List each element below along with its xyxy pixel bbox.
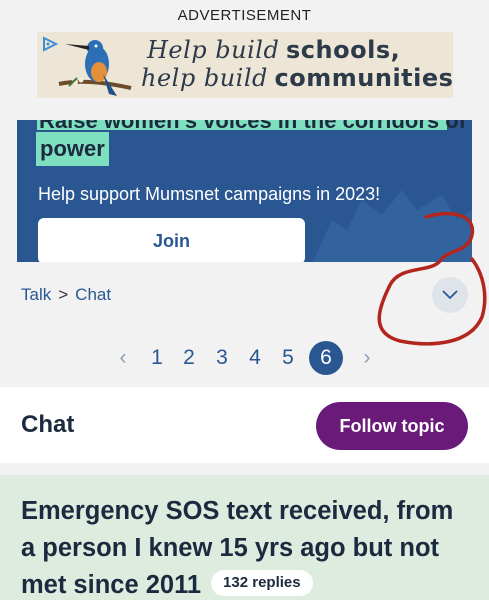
topic-header: Chat Follow topic (0, 387, 489, 463)
join-button[interactable]: Join (38, 218, 305, 262)
page-link-6-current[interactable]: 6 (309, 341, 343, 375)
ad-line-1-script: Help build (147, 36, 280, 64)
page-link-1[interactable]: 1 (145, 342, 169, 374)
ad-line-2: help build communities. (141, 64, 453, 93)
advertisement-label: ADVERTISEMENT (177, 7, 312, 24)
breadcrumb-separator: > (58, 285, 69, 304)
campaign-banner: Raise women's voices in the corridors of… (17, 120, 472, 262)
replies-badge: 132 replies (211, 570, 313, 597)
ad-line-2-bold: communities. (274, 64, 453, 92)
chevron-down-icon (442, 290, 458, 300)
follow-topic-button[interactable]: Follow topic (316, 402, 468, 450)
thread-title: Emergency SOS text received, from a pers… (21, 493, 471, 600)
ad-line-1-bold: schools, (286, 36, 401, 64)
advertisement-banner[interactable]: Help build schools, help build communiti… (37, 32, 453, 98)
page-link-2[interactable]: 2 (177, 342, 201, 374)
breadcrumb-talk[interactable]: Talk (21, 285, 51, 304)
pagination-prev[interactable]: ‹ (111, 342, 135, 374)
thread-header: Emergency SOS text received, from a pers… (0, 475, 489, 600)
page-link-4[interactable]: 4 (243, 342, 267, 374)
breadcrumb: Talk > Chat (21, 285, 111, 305)
page-link-5[interactable]: 5 (276, 342, 300, 374)
ad-line-2-script: help build (141, 64, 268, 92)
pagination: ‹ 1 2 3 4 5 6 › (0, 341, 489, 375)
campaign-headline-last: power (36, 132, 109, 166)
pagination-next[interactable]: › (355, 342, 379, 374)
expand-button[interactable] (432, 277, 468, 313)
kingfisher-illustration (58, 40, 132, 96)
campaign-subtitle: Help support Mumsnet campaigns in 2023! (38, 184, 381, 204)
topic-title: Chat (21, 411, 75, 438)
page-link-3[interactable]: 3 (210, 342, 234, 374)
breadcrumb-chat[interactable]: Chat (75, 285, 111, 304)
ad-line-1: Help build schools, (147, 36, 400, 65)
